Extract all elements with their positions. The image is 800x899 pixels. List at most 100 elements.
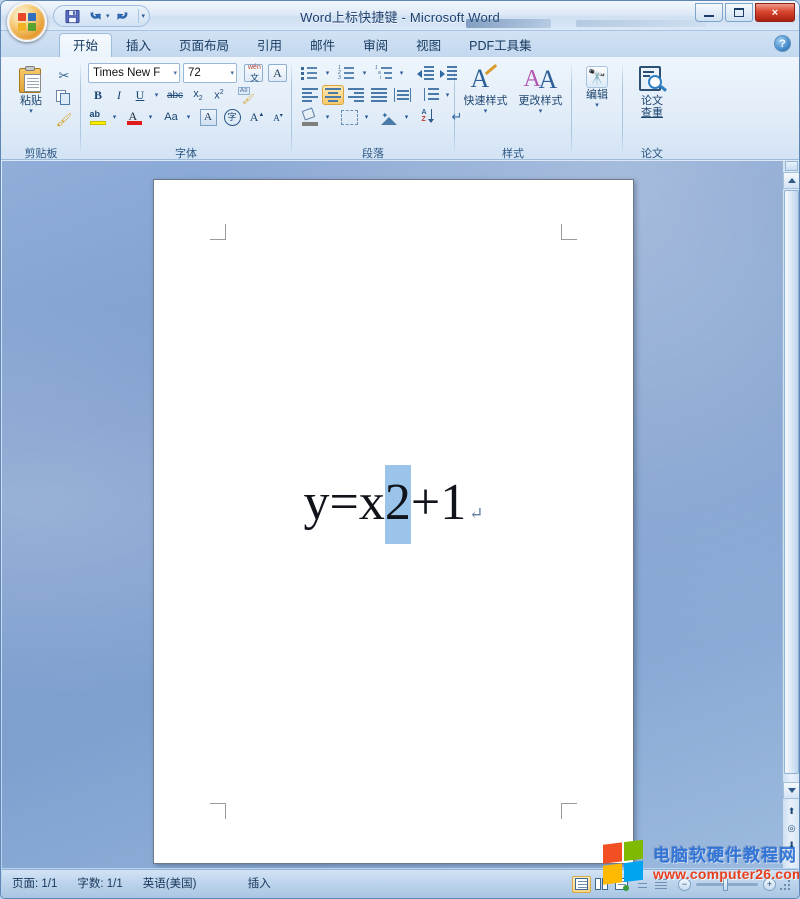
scrollbar-thumb[interactable] bbox=[784, 190, 799, 774]
font-name-caret-icon[interactable]: ▾ bbox=[171, 69, 177, 77]
undo-icon[interactable] bbox=[85, 7, 105, 25]
scroll-down-button[interactable] bbox=[783, 782, 799, 799]
subscript-button[interactable]: x2 bbox=[188, 85, 208, 105]
quick-styles-caret-icon[interactable]: ▾ bbox=[484, 108, 488, 116]
multilevel-caret-icon[interactable]: ▾ bbox=[396, 63, 407, 83]
superscript-button[interactable]: x2 bbox=[209, 85, 229, 105]
shrink-font-button[interactable]: A▾ bbox=[268, 107, 288, 127]
font-color-caret-icon[interactable]: ▾ bbox=[145, 107, 156, 127]
document-page[interactable]: y=x2+1 ↵ bbox=[153, 179, 634, 864]
change-case-button[interactable]: Aa bbox=[160, 107, 182, 127]
customize-qat-caret-icon[interactable]: ▾ bbox=[142, 12, 146, 20]
zoom-slider-track[interactable] bbox=[696, 877, 758, 891]
asian-layout-caret-icon[interactable]: ▾ bbox=[401, 107, 412, 127]
close-button[interactable]: × bbox=[755, 3, 795, 22]
align-left-button[interactable] bbox=[299, 85, 321, 105]
line-spacing-button[interactable] bbox=[419, 85, 441, 105]
format-painter-button[interactable]: 🖌 bbox=[54, 110, 74, 130]
bullets-caret-icon[interactable]: ▾ bbox=[322, 63, 333, 83]
decrease-indent-button[interactable] bbox=[414, 63, 436, 83]
next-page-button[interactable]: ⬇ bbox=[784, 838, 799, 853]
multilevel-list-button[interactable]: 1 a i bbox=[373, 63, 395, 83]
numbering-button[interactable]: 1 2 3 bbox=[336, 63, 358, 83]
editing-caret-icon[interactable]: ▾ bbox=[595, 102, 599, 110]
view-web-layout-button[interactable] bbox=[612, 876, 631, 893]
select-browse-object-button[interactable]: ◎ bbox=[784, 821, 799, 836]
align-center-button[interactable] bbox=[322, 85, 344, 105]
change-case-caret-icon[interactable]: ▾ bbox=[183, 107, 194, 127]
tab-references[interactable]: 引用 bbox=[243, 33, 296, 57]
justify-button[interactable] bbox=[368, 85, 390, 105]
view-outline-button[interactable] bbox=[632, 876, 651, 893]
quick-styles-button[interactable]: A 快速样式 ▾ bbox=[459, 63, 512, 117]
undo-dropdown-caret-icon[interactable]: ▾ bbox=[106, 12, 110, 20]
zoom-slider-handle[interactable] bbox=[723, 877, 728, 891]
enclose-character-button[interactable]: 字 bbox=[222, 107, 242, 127]
borders-caret-icon[interactable]: ▾ bbox=[361, 107, 372, 127]
distribute-button[interactable] bbox=[391, 85, 413, 105]
bullets-button[interactable] bbox=[299, 63, 321, 83]
status-language[interactable]: 英语(美国) bbox=[133, 875, 238, 893]
font-color-button[interactable]: A bbox=[124, 107, 144, 127]
status-insert-mode[interactable]: 插入 bbox=[238, 875, 281, 893]
status-word-count[interactable]: 字数: 1/1 bbox=[67, 875, 132, 893]
char-shading-button[interactable]: A bbox=[198, 107, 218, 127]
status-page-info[interactable]: 页面: 1/1 bbox=[2, 875, 67, 893]
help-icon[interactable]: ? bbox=[774, 35, 791, 52]
borders-button[interactable] bbox=[338, 107, 360, 127]
font-size-caret-icon[interactable]: ▾ bbox=[228, 69, 234, 77]
tab-insert[interactable]: 插入 bbox=[112, 33, 165, 57]
thesis-check-button[interactable]: 论文 查重 bbox=[627, 63, 677, 120]
previous-page-button[interactable]: ⬆ bbox=[784, 804, 799, 819]
underline-button[interactable]: U bbox=[130, 85, 150, 105]
zoom-in-button[interactable]: + bbox=[763, 877, 776, 891]
cut-button[interactable]: ✂ bbox=[54, 66, 74, 86]
tab-page-layout[interactable]: 页面布局 bbox=[165, 33, 243, 57]
underline-caret-icon[interactable]: ▾ bbox=[151, 85, 162, 105]
clear-formatting-button[interactable]: A≡ 🖌 bbox=[234, 85, 257, 105]
highlight-button[interactable]: ab bbox=[88, 107, 108, 127]
save-icon[interactable] bbox=[62, 7, 82, 25]
sort-button[interactable]: A Z bbox=[418, 107, 440, 127]
paste-button[interactable]: 粘贴 ▾ bbox=[8, 63, 54, 117]
italic-button[interactable]: I bbox=[109, 85, 129, 105]
view-full-screen-reading-button[interactable] bbox=[592, 876, 611, 893]
scrollbar-split-handle[interactable] bbox=[785, 161, 798, 171]
change-styles-button[interactable]: AA 更改样式 ▾ bbox=[514, 63, 567, 117]
numbering-caret-icon[interactable]: ▾ bbox=[359, 63, 370, 83]
highlight-caret-icon[interactable]: ▾ bbox=[109, 107, 120, 127]
align-right-button[interactable] bbox=[345, 85, 367, 105]
change-styles-caret-icon[interactable]: ▾ bbox=[539, 108, 543, 116]
vertical-scrollbar[interactable]: ⬆ ◎ ⬇ bbox=[782, 161, 799, 868]
asian-layout-button[interactable]: ✦ bbox=[378, 107, 400, 127]
bold-button[interactable]: B bbox=[88, 85, 108, 105]
view-draft-button[interactable] bbox=[652, 876, 671, 893]
redo-icon[interactable] bbox=[113, 7, 133, 25]
phonetic-guide-button[interactable]: wén 文 bbox=[242, 63, 265, 83]
document-text-line[interactable]: y=x2+1 ↵ bbox=[154, 465, 633, 544]
office-button[interactable] bbox=[7, 2, 47, 42]
copy-button[interactable] bbox=[54, 88, 74, 108]
scroll-up-button[interactable] bbox=[783, 172, 799, 189]
document-text-selection[interactable]: 2 bbox=[384, 465, 411, 544]
view-print-layout-button[interactable] bbox=[572, 875, 591, 893]
tab-pdf-tools[interactable]: PDF工具集 bbox=[455, 33, 546, 57]
tab-view[interactable]: 视图 bbox=[402, 33, 455, 57]
tab-review[interactable]: 审阅 bbox=[349, 33, 402, 57]
strikethrough-button[interactable]: abc bbox=[163, 85, 187, 105]
line-spacing-caret-icon[interactable]: ▾ bbox=[442, 85, 453, 105]
zoom-out-button[interactable]: − bbox=[678, 877, 691, 891]
shading-caret-icon[interactable]: ▾ bbox=[322, 107, 333, 127]
minimize-button[interactable] bbox=[695, 3, 723, 22]
editing-button[interactable]: 🔭 编辑 ▾ bbox=[576, 63, 618, 111]
shading-button[interactable] bbox=[299, 106, 321, 127]
font-name-input[interactable]: Times New F ▾ bbox=[88, 63, 180, 83]
tab-mailings[interactable]: 邮件 bbox=[296, 33, 349, 57]
tab-home[interactable]: 开始 bbox=[59, 33, 113, 57]
resize-grip[interactable] bbox=[780, 878, 792, 890]
font-size-input[interactable]: 72 ▾ bbox=[183, 63, 237, 83]
maximize-button[interactable] bbox=[725, 3, 753, 22]
grow-font-button[interactable]: A▲ bbox=[247, 107, 267, 127]
char-border-button[interactable]: A bbox=[266, 63, 289, 83]
paste-caret-icon[interactable]: ▾ bbox=[29, 108, 33, 116]
